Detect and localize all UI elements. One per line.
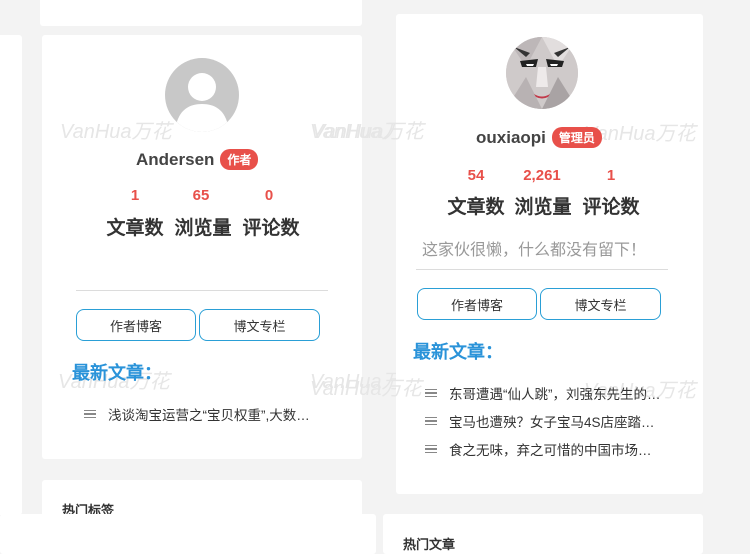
stat-comments-value: 0 (264, 187, 274, 204)
stat-comments-label: 评论数 (242, 218, 300, 239)
watermark: VanHua万花 (60, 121, 172, 143)
avatar-portrait-icon (506, 37, 578, 109)
role-badge: 作者 (220, 149, 259, 170)
stat-comments-label: 评论数 (582, 197, 640, 218)
list-item[interactable]: 浅谈淘宝运营之“宝贝权重”,大数… (84, 404, 334, 424)
username-row: Andersen 作者 (136, 149, 259, 170)
list-item[interactable]: 东哥遭遇“仙人跳”，刘强东先生的… (425, 383, 665, 403)
stat-articles-label: 文章数 (447, 197, 505, 218)
avatar[interactable] (165, 58, 239, 132)
top-partial-card (40, 0, 362, 26)
author-card-andersen: VanHua万花 VanHua万花 VanHua万花 VanHua万花 Ande… (42, 35, 422, 459)
latest-articles-title: 最新文章： (72, 363, 162, 383)
avatar[interactable] (506, 37, 578, 109)
stat-views-label: 浏览量 (514, 197, 572, 218)
article-title[interactable]: 宝马也遭殃？女子宝马4S店座踏… (449, 411, 655, 431)
username-row: ouxiaopi 管理员 (476, 127, 602, 148)
column-button[interactable]: 博文专栏 (199, 309, 320, 341)
bio-text: 这家伙很懒，什么都没有留下！ (422, 242, 647, 259)
author-blog-button[interactable]: 作者博客 (76, 309, 196, 341)
username[interactable]: ouxiaopi (476, 128, 546, 148)
stat-views-label: 浏览量 (174, 218, 232, 239)
username[interactable]: Andersen (136, 150, 214, 170)
hot-articles-card: 热门文章 (383, 514, 703, 554)
article-title[interactable]: 浅谈淘宝运营之“宝贝权重”,大数… (108, 404, 310, 424)
stat-views-value: 65 (192, 187, 210, 204)
author-blog-button[interactable]: 作者博客 (417, 288, 537, 320)
hot-articles-title: 热门文章 (403, 537, 456, 552)
stat-articles-value: 54 (467, 167, 485, 184)
list-icon (425, 416, 437, 426)
article-title[interactable]: 食之无味，弃之可惜的中国市场… (449, 439, 652, 459)
divider (76, 290, 328, 291)
article-title[interactable]: 东哥遭遇“仙人跳”，刘强东先生的… (449, 383, 661, 403)
stat-views-value: 2,261 (523, 167, 561, 184)
stat-comments-value: 1 (606, 167, 616, 184)
latest-articles-title: 最新文章： (413, 342, 503, 362)
divider (416, 269, 668, 270)
default-user-icon (175, 73, 229, 132)
bottom-strip (0, 514, 376, 554)
column-button[interactable]: 博文专栏 (540, 288, 661, 320)
list-item[interactable]: 食之无味，弃之可惜的中国市场… (425, 439, 665, 459)
list-icon (425, 444, 437, 454)
role-badge: 管理员 (551, 127, 602, 148)
stat-articles-label: 文章数 (106, 218, 164, 239)
stat-articles-value: 1 (130, 187, 140, 204)
author-card-ouxiaopi: VanHua万花 VanHua万花 ouxiaopi 管理员 54 2,261 … (396, 14, 703, 494)
list-item[interactable]: 宝马也遭殃？女子宝马4S店座踏… (425, 411, 665, 431)
list-icon (425, 388, 437, 398)
left-edge-card (0, 35, 22, 515)
list-icon (84, 409, 96, 419)
